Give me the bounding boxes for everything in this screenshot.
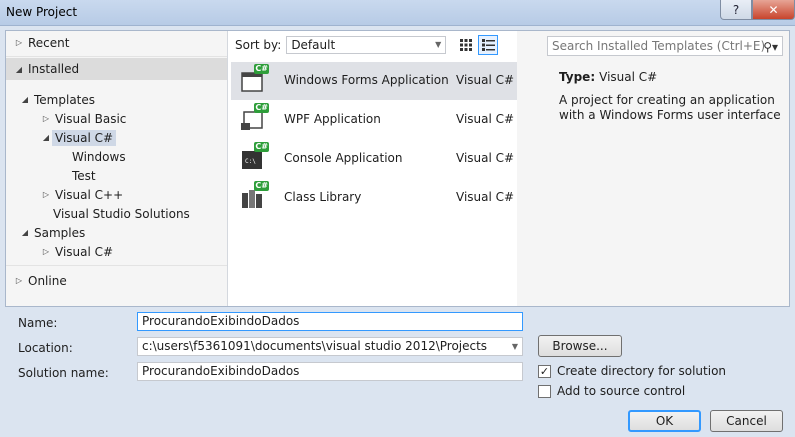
collapse-arrow-icon: ◢ [21,228,29,237]
close-button[interactable]: ✕ [752,0,795,20]
collapse-arrow-icon: ◢ [21,95,29,104]
tree-node-installed[interactable]: ◢ Installed [6,58,227,80]
sort-dropdown[interactable]: Default ▼ [286,36,447,54]
tree-node-visual-csharp[interactable]: ◢ Visual C# [40,128,117,147]
location-label: Location: [18,341,73,355]
help-button[interactable]: ? [720,0,752,20]
divider [6,265,227,266]
windows-forms-icon: C# [240,64,269,94]
wpf-icon: C# [240,103,269,133]
tree-node-test[interactable]: Test [72,166,96,185]
tree-node-templates[interactable]: ◢ Templates [19,90,95,109]
tree-node-windows[interactable]: Windows [72,147,126,166]
name-label: Name: [18,316,58,330]
expand-arrow-icon: ▷ [42,247,50,256]
template-list-panel: Sort by: Default ▼ C# Windows Forms Appl… [231,31,517,306]
class-library-icon: C# [240,181,269,211]
expand-arrow-icon: ▷ [42,190,50,199]
title-bar: New Project ? ✕ [0,0,795,26]
template-console[interactable]: C:\ C# Console Application Visual C# [231,140,517,178]
expand-arrow-icon: ▷ [15,38,23,47]
dialog-content: ▷ Recent ◢ Installed ◢ Templates ▷ Visua… [5,30,790,307]
csharp-badge-icon: C# [254,181,269,191]
tree-node-samples[interactable]: ◢ Samples [19,223,85,242]
template-wpf[interactable]: C# WPF Application Visual C# [231,101,517,139]
small-icons-view-button[interactable] [456,35,476,55]
search-input[interactable]: Search Installed Templates (Ctrl+E) ⚲▾ [547,36,783,56]
tree-node-vs-solutions[interactable]: Visual Studio Solutions [53,204,190,223]
details-panel: Search Installed Templates (Ctrl+E) ⚲▾ T… [517,31,789,306]
cancel-button[interactable]: Cancel [710,410,783,432]
template-class-library[interactable]: C# Class Library Visual C# [231,179,517,217]
tree-node-visual-basic[interactable]: ▷ Visual Basic [40,109,127,128]
location-input[interactable]: c:\users\f5361091\documents\visual studi… [137,337,523,356]
sort-bar: Sort by: Default ▼ [231,34,517,56]
csharp-badge-icon: C# [254,142,269,152]
grid-icon [460,39,473,51]
solution-name-label: Solution name: [18,366,109,380]
search-icon[interactable]: ⚲▾ [763,38,778,56]
tree-node-samples-csharp[interactable]: ▷ Visual C# [40,242,113,261]
csharp-badge-icon: C# [254,64,269,74]
collapse-arrow-icon: ◢ [15,64,23,74]
template-type: Type: Visual C# [559,70,658,84]
tree-node-online[interactable]: ▷ Online [13,271,67,290]
ok-button[interactable]: OK [628,410,701,432]
browse-button[interactable]: Browse... [538,335,622,357]
template-windows-forms[interactable]: C# Windows Forms Application Visual C# [231,62,517,100]
create-directory-checkbox[interactable]: ✓ Create directory for solution [538,364,726,378]
expand-arrow-icon: ▷ [15,276,23,285]
add-source-control-checkbox[interactable]: Add to source control [538,384,685,398]
solution-name-input[interactable]: ProcurandoExibindoDados [137,362,523,381]
sort-label: Sort by: [235,38,282,52]
console-icon: C:\ C# [240,142,269,172]
list-view-button[interactable] [478,35,499,55]
collapse-arrow-icon: ◢ [42,133,50,142]
checkmark-icon: ✓ [538,364,551,378]
template-description: A project for creating an application wi… [559,93,781,122]
tree-node-visual-cpp[interactable]: ▷ Visual C++ [40,185,123,204]
list-icon [481,39,495,51]
window-title: New Project [6,5,78,19]
divider [6,56,227,57]
dropdown-arrow-icon: ▼ [435,40,442,49]
csharp-badge-icon: C# [254,103,269,113]
template-tree: ▷ Recent ◢ Installed ◢ Templates ▷ Visua… [6,31,228,306]
tree-node-recent[interactable]: ▷ Recent [13,33,70,52]
svg-text:C:\: C:\ [245,158,256,165]
expand-arrow-icon: ▷ [42,114,50,123]
dropdown-arrow-icon[interactable]: ▼ [512,338,518,355]
name-input[interactable]: ProcurandoExibindoDados [137,312,523,331]
